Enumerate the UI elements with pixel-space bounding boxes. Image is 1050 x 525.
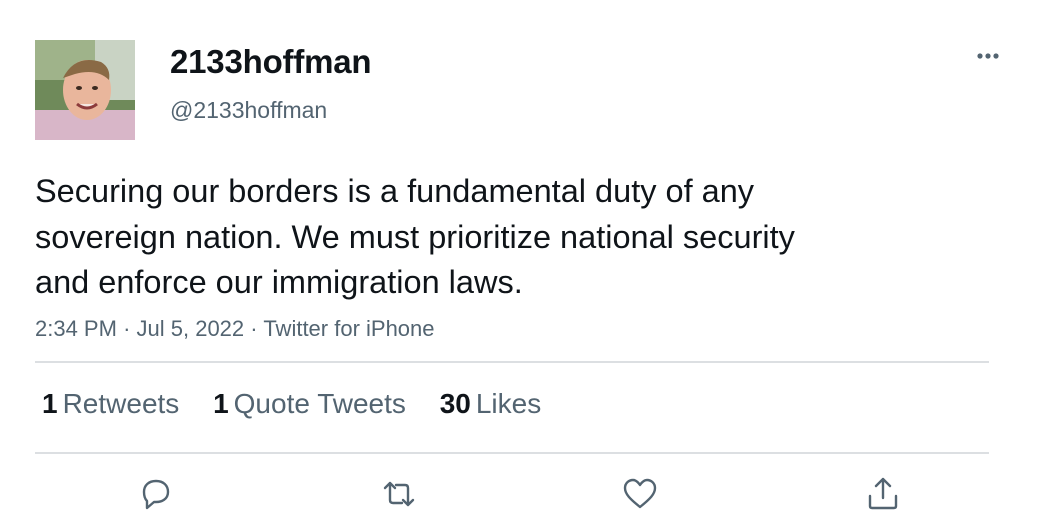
tweet-actions — [0, 472, 1050, 525]
tweet-time[interactable]: 2:34 PM — [35, 316, 117, 341]
retweet-icon — [383, 481, 415, 507]
share-icon — [868, 477, 898, 510]
likes-label: Likes — [475, 388, 542, 419]
meta-separator: · — [123, 316, 131, 341]
divider — [35, 361, 989, 363]
quote-tweets-stat[interactable]: 1 Quote Tweets — [213, 388, 406, 420]
tweet-metadata: 2:34 PM · Jul 5, 2022 · Twitter for iPho… — [35, 316, 435, 342]
retweet-button[interactable] — [377, 472, 421, 516]
more-horizontal-icon — [977, 53, 999, 59]
retweets-count: 1 — [42, 388, 58, 419]
tweet-text-line: and enforce our immigration laws. — [35, 264, 523, 300]
tweet-text-line: Securing our borders is a fundamental du… — [35, 173, 755, 209]
divider — [35, 452, 989, 454]
tweet-text: Securing our borders is a fundamental du… — [35, 169, 915, 306]
quote-tweets-label: Quote Tweets — [233, 388, 406, 419]
retweets-stat[interactable]: 1 Retweets — [42, 388, 179, 420]
tweet-card: 2133hoffman @2133hoffman Securing our bo… — [0, 0, 1050, 525]
avatar-photo-icon — [35, 40, 135, 140]
tweet-date[interactable]: Jul 5, 2022 — [137, 316, 245, 341]
share-button[interactable] — [861, 472, 905, 516]
like-button[interactable] — [618, 472, 662, 516]
tweet-stats: 1 Retweets 1 Quote Tweets 30 Likes — [42, 388, 567, 420]
user-handle[interactable]: @2133hoffman — [170, 97, 327, 124]
heart-icon — [623, 478, 657, 509]
more-options-button[interactable] — [968, 42, 1008, 70]
avatar[interactable] — [35, 40, 135, 140]
display-name[interactable]: 2133hoffman — [170, 43, 372, 81]
reply-button[interactable] — [134, 472, 178, 516]
tweet-text-line: sovereign nation. We must prioritize nat… — [35, 218, 795, 255]
likes-count: 30 — [439, 388, 471, 419]
reply-icon — [142, 479, 170, 510]
meta-separator: · — [250, 316, 258, 341]
tweet-source[interactable]: Twitter for iPhone — [263, 316, 434, 341]
quote-tweets-count: 1 — [213, 388, 229, 419]
likes-stat[interactable]: 30 Likes — [440, 388, 542, 420]
retweets-label: Retweets — [62, 388, 180, 419]
